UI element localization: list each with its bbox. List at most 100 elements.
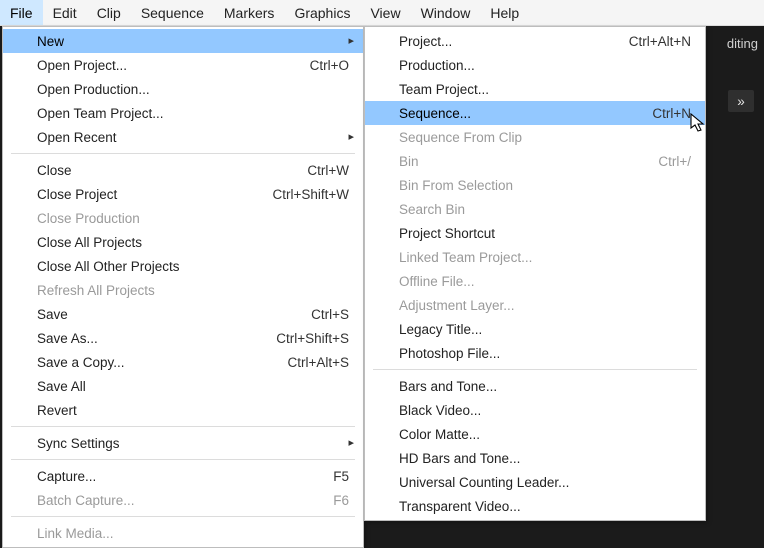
menu-item-label: Photoshop File...: [399, 346, 691, 361]
file-menu-item-open-project[interactable]: Open Project... Ctrl+O: [3, 53, 363, 77]
menubar-item-graphics[interactable]: Graphics: [284, 0, 360, 25]
menu-item-label: Capture...: [37, 469, 239, 484]
menubar-item-file[interactable]: File: [0, 0, 43, 25]
file-menu-item-close-production: Close Production: [3, 206, 363, 230]
menu-item-label: Bin: [399, 154, 581, 169]
new-submenu-item-color-matte[interactable]: Color Matte...: [365, 422, 705, 446]
menu-item-label: New: [37, 34, 349, 49]
menubar-item-clip[interactable]: Clip: [87, 0, 131, 25]
menu-item-label: Save All: [37, 379, 349, 394]
new-submenu-item-universal-counting-leader[interactable]: Universal Counting Leader...: [365, 470, 705, 494]
new-submenu-item-offline-file: Offline File...: [365, 269, 705, 293]
file-menu-item-new[interactable]: New▸: [3, 29, 363, 53]
menu-item-label: Save a Copy...: [37, 355, 239, 370]
file-menu-item-revert[interactable]: Revert: [3, 398, 363, 422]
new-submenu-item-black-video[interactable]: Black Video...: [365, 398, 705, 422]
file-menu-item-open-team-project[interactable]: Open Team Project...: [3, 101, 363, 125]
menu-item-label: Transparent Video...: [399, 499, 691, 514]
menu-item-label: Bars and Tone...: [399, 379, 691, 394]
file-menu-separator: [11, 459, 355, 460]
file-menu-item-save-as[interactable]: Save As... Ctrl+Shift+S: [3, 326, 363, 350]
menu-item-label: Open Recent: [37, 130, 349, 145]
menu-item-label: Save: [37, 307, 239, 322]
menubar-item-markers[interactable]: Markers: [214, 0, 285, 25]
menu-item-label: Production...: [399, 58, 691, 73]
new-submenu-dropdown: Project... Ctrl+Alt+N Production... Team Pr…: [364, 26, 706, 521]
chevron-right-double-icon: »: [737, 94, 745, 109]
menu-item-label: Batch Capture...: [37, 493, 239, 508]
menu-item-label: Offline File...: [399, 274, 691, 289]
file-menu-dropdown: New▸Open Project...Ctrl+OOpen Production…: [2, 26, 364, 548]
new-submenu-item-sequence[interactable]: Sequence...Ctrl+N: [365, 101, 705, 125]
menu-item-shortcut: Ctrl+Alt+N: [599, 34, 691, 49]
file-menu-item-save[interactable]: SaveCtrl+S: [3, 302, 363, 326]
new-submenu-item-transparent-video[interactable]: Transparent Video...: [365, 494, 705, 518]
new-submenu-item-sequence-from-clip: Sequence From Clip: [365, 125, 705, 149]
menu-item-label: Open Team Project...: [37, 106, 349, 121]
menu-item-label: Project Shortcut: [399, 226, 691, 241]
menubar-item-help[interactable]: Help: [480, 0, 529, 25]
file-menu-item-close-project[interactable]: Close Project Ctrl+Shift+W: [3, 182, 363, 206]
menu-item-label: Sync Settings: [37, 436, 349, 451]
menu-item-label: HD Bars and Tone...: [399, 451, 691, 466]
menu-item-label: Save As...: [37, 331, 239, 346]
menu-item-label: Close Project: [37, 187, 239, 202]
menu-item-shortcut: Ctrl+Shift+W: [257, 187, 349, 202]
menu-item-shortcut: Ctrl+Alt+S: [257, 355, 349, 370]
new-submenu-item-legacy-title[interactable]: Legacy Title...: [365, 317, 705, 341]
menu-item-label: Open Production...: [37, 82, 349, 97]
file-menu-item-save-all[interactable]: Save All: [3, 374, 363, 398]
new-submenu-item-adjustment-layer: Adjustment Layer...: [365, 293, 705, 317]
new-submenu-item-bars-and-tone[interactable]: Bars and Tone...: [365, 374, 705, 398]
menu-item-label: Adjustment Layer...: [399, 298, 691, 313]
new-submenu-item-production[interactable]: Production...: [365, 53, 705, 77]
menu-item-label: Universal Counting Leader...: [399, 475, 691, 490]
menubar: FileEditClipSequenceMarkersGraphicsViewW…: [0, 0, 764, 26]
menu-item-label: Revert: [37, 403, 349, 418]
file-menu-item-open-recent[interactable]: Open Recent▸: [3, 125, 363, 149]
menubar-item-sequence[interactable]: Sequence: [131, 0, 214, 25]
file-menu-item-capture[interactable]: Capture... F5: [3, 464, 363, 488]
menu-item-label: Project...: [399, 34, 581, 49]
menu-item-label: Open Project...: [37, 58, 239, 73]
menu-item-label: Close Production: [37, 211, 349, 226]
new-submenu-item-linked-team-project: Linked Team Project...: [365, 245, 705, 269]
menu-item-label: Black Video...: [399, 403, 691, 418]
file-menu-separator: [11, 153, 355, 154]
menu-item-label: Color Matte...: [399, 427, 691, 442]
menubar-item-view[interactable]: View: [360, 0, 410, 25]
expand-panels-button[interactable]: »: [728, 90, 754, 112]
menu-item-shortcut: F5: [257, 469, 349, 484]
file-menu-item-close[interactable]: Close Ctrl+W: [3, 158, 363, 182]
menu-item-label: Team Project...: [399, 82, 691, 97]
new-submenu-item-project[interactable]: Project... Ctrl+Alt+N: [365, 29, 705, 53]
new-submenu-item-search-bin: Search Bin: [365, 197, 705, 221]
new-submenu-item-hd-bars-and-tone[interactable]: HD Bars and Tone...: [365, 446, 705, 470]
new-submenu-item-project-shortcut[interactable]: Project Shortcut: [365, 221, 705, 245]
file-menu-item-close-all-projects[interactable]: Close All Projects: [3, 230, 363, 254]
file-menu-item-save-a-copy[interactable]: Save a Copy... Ctrl+Alt+S: [3, 350, 363, 374]
menu-item-label: Sequence From Clip: [399, 130, 691, 145]
menu-item-label: Close: [37, 163, 239, 178]
file-menu-item-close-all-other-projects[interactable]: Close All Other Projects: [3, 254, 363, 278]
new-submenu-item-team-project[interactable]: Team Project...: [365, 77, 705, 101]
menu-item-label: Search Bin: [399, 202, 691, 217]
chevron-right-icon: ▸: [348, 132, 354, 143]
new-submenu-item-photoshop-file[interactable]: Photoshop File...: [365, 341, 705, 365]
menu-item-label: Sequence...: [399, 106, 581, 121]
menu-item-shortcut: Ctrl+O: [257, 58, 349, 73]
menu-item-label: Linked Team Project...: [399, 250, 691, 265]
chevron-right-icon: ▸: [348, 438, 354, 449]
workspace-tab-partial[interactable]: diting: [727, 36, 758, 51]
new-submenu-separator: [373, 369, 697, 370]
file-menu-item-open-production[interactable]: Open Production...: [3, 77, 363, 101]
menu-item-shortcut: Ctrl+Shift+S: [257, 331, 349, 346]
menu-item-shortcut: Ctrl+/: [599, 154, 691, 169]
new-submenu-item-bin: Bin Ctrl+/: [365, 149, 705, 173]
menubar-item-window[interactable]: Window: [411, 0, 481, 25]
menubar-item-edit[interactable]: Edit: [43, 0, 87, 25]
file-menu-separator: [11, 426, 355, 427]
file-menu-item-refresh-all-projects: Refresh All Projects: [3, 278, 363, 302]
file-menu-item-sync-settings[interactable]: Sync Settings▸: [3, 431, 363, 455]
menu-item-shortcut: Ctrl+W: [257, 163, 349, 178]
